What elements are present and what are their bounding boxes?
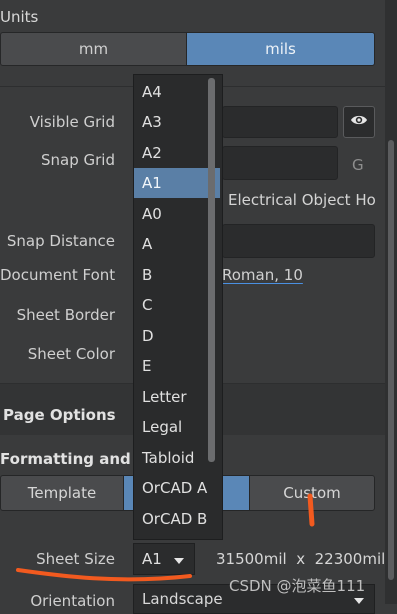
underline-annotation (16, 568, 192, 582)
annotation-marks (16, 493, 315, 582)
cursor-annotation (307, 493, 315, 527)
watermark: CSDN @泡菜鱼111 (229, 577, 366, 595)
